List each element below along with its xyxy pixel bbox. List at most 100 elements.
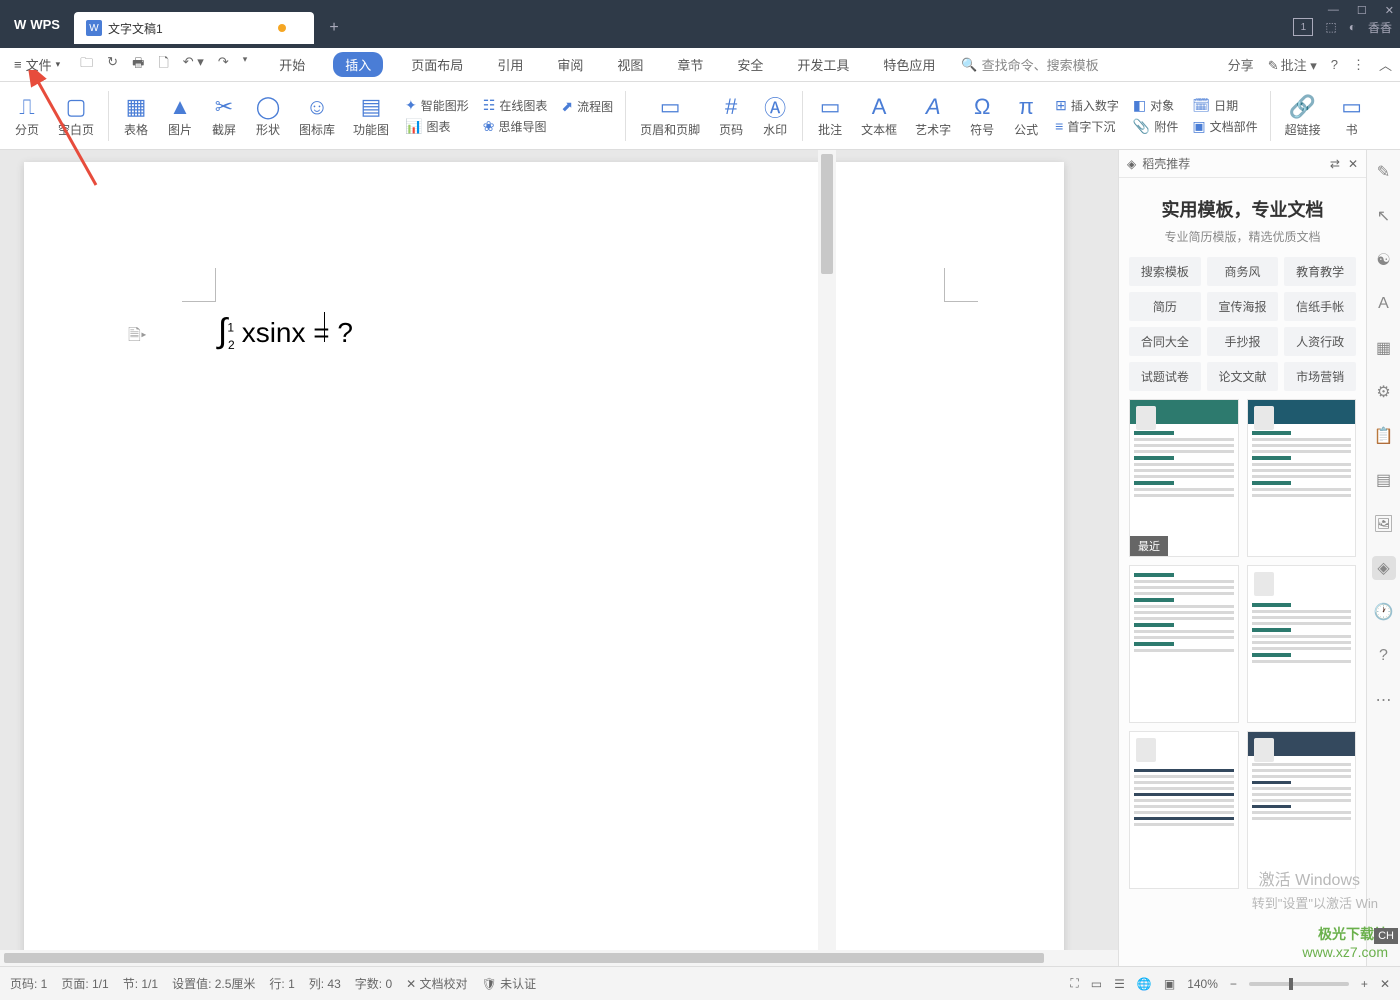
redo-icon[interactable]: ↷: [218, 54, 229, 76]
ribbon-formula[interactable]: π公式: [1005, 91, 1047, 140]
tab-reference[interactable]: 引用: [491, 52, 529, 77]
share-button[interactable]: 分享: [1228, 55, 1254, 74]
wps-home-tab[interactable]: W WPS: [0, 0, 74, 48]
sb-line[interactable]: 行: 1: [269, 975, 294, 992]
zoom-in-button[interactable]: +: [1361, 977, 1368, 991]
zoom-slider[interactable]: [1249, 982, 1349, 986]
sb-setting[interactable]: 设置值: 2.5厘米: [172, 975, 255, 992]
ribbon-attachment[interactable]: 📎附件: [1133, 118, 1178, 135]
ribbon-wordart[interactable]: A艺术字: [907, 91, 959, 140]
view-outline-icon[interactable]: ☰: [1114, 977, 1125, 991]
vtool-filter-icon[interactable]: ⚙: [1372, 380, 1396, 404]
help-icon[interactable]: ?: [1331, 57, 1338, 72]
sb-section[interactable]: 节: 1/1: [123, 975, 158, 992]
minimize-button[interactable]: —: [1328, 4, 1339, 17]
ribbon-pagenumber[interactable]: #页码: [710, 91, 752, 140]
ribbon-mindmap[interactable]: ❀思维导图: [483, 118, 548, 135]
template-card[interactable]: [1247, 731, 1357, 889]
tab-security[interactable]: 安全: [731, 52, 769, 77]
ribbon-object[interactable]: ◧对象: [1133, 97, 1178, 114]
ribbon-iconlib[interactable]: ☺图标库: [291, 91, 343, 140]
cat-thesis[interactable]: 论文文献: [1207, 362, 1279, 391]
sb-auth[interactable]: 🛡 未认证: [482, 975, 537, 992]
ribbon-chart[interactable]: 📊图表: [405, 118, 469, 135]
ribbon-table[interactable]: ▦表格: [115, 91, 157, 140]
ribbon-textbox[interactable]: A文本框: [853, 91, 905, 140]
cat-hr[interactable]: 人资行政: [1284, 327, 1356, 356]
cat-handwrite[interactable]: 手抄报: [1207, 327, 1279, 356]
vtool-more-icon[interactable]: ⋯: [1372, 688, 1396, 712]
print2-icon[interactable]: 🗋: [158, 54, 168, 76]
ribbon-dropcap[interactable]: ≡首字下沉: [1055, 118, 1119, 135]
sb-pages[interactable]: 页面: 1/1: [61, 975, 108, 992]
view-web-icon[interactable]: 🌐: [1137, 977, 1152, 991]
undo-icon[interactable]: ↶ ▾: [183, 54, 204, 76]
vtool-history-icon[interactable]: 🕐: [1372, 600, 1396, 624]
ribbon-blankpage[interactable]: ▢空白页: [50, 91, 102, 140]
document-tab[interactable]: W 文字文稿1: [74, 12, 314, 44]
ribbon-screenshot[interactable]: ✂截屏: [203, 91, 245, 140]
vtool-edit-icon[interactable]: ✎: [1372, 160, 1396, 184]
template-card[interactable]: [1129, 565, 1239, 723]
sb-page[interactable]: 页码: 1: [10, 975, 47, 992]
skin-icon[interactable]: ⬚: [1325, 20, 1336, 34]
sp-tab-business[interactable]: 商务风: [1207, 257, 1279, 286]
template-card[interactable]: [1247, 565, 1357, 723]
ribbon-watermark[interactable]: Ⓐ水印: [754, 91, 796, 140]
tab-start[interactable]: 开始: [273, 52, 311, 77]
ribbon-headerfooter[interactable]: ▭页眉和页脚: [632, 91, 708, 140]
command-search[interactable]: 🔍 查找命令、搜索模板: [961, 55, 1098, 74]
cat-poster[interactable]: 宣传海报: [1207, 292, 1279, 321]
template-card[interactable]: [1129, 731, 1239, 889]
document-page[interactable]: 🗎▸ ∫12 xsinx = ?: [24, 162, 1064, 966]
file-menu-button[interactable]: ≡ 文件 ▾: [8, 55, 66, 74]
sidepanel-options-icon[interactable]: ⇄: [1330, 157, 1340, 171]
view-read-icon[interactable]: ▣: [1164, 977, 1175, 991]
cat-marketing[interactable]: 市场营销: [1284, 362, 1356, 391]
tab-review[interactable]: 审阅: [551, 52, 589, 77]
user-name[interactable]: 香香: [1368, 19, 1392, 36]
view-fullscreen-icon[interactable]: ⛶: [1070, 976, 1078, 991]
maximize-button[interactable]: ☐: [1357, 4, 1367, 17]
ribbon-insertnumber[interactable]: ⊞插入数字: [1055, 97, 1119, 114]
qat-chevron-icon[interactable]: ▾: [243, 54, 248, 76]
ribbon-docparts[interactable]: ▣文档部件: [1192, 118, 1257, 135]
ribbon-symbol[interactable]: Ω符号: [961, 91, 1003, 140]
add-tab-button[interactable]: +: [314, 12, 354, 44]
ribbon-picture[interactable]: ▲图片: [159, 91, 201, 140]
vtool-image-icon[interactable]: 🖼: [1372, 512, 1396, 536]
zoom-out-button[interactable]: −: [1230, 977, 1237, 991]
vtool-sync-icon[interactable]: ☯: [1372, 248, 1396, 272]
cat-resume[interactable]: 简历: [1129, 292, 1201, 321]
ribbon-pagebreak[interactable]: ⎍分页: [6, 91, 48, 140]
ribbon-hyperlink[interactable]: 🔗超链接: [1277, 91, 1329, 140]
close-button[interactable]: ✕: [1385, 4, 1394, 17]
zoom-fit-icon[interactable]: ✕: [1380, 977, 1390, 991]
collapse-ribbon-icon[interactable]: ︿: [1379, 55, 1392, 74]
view-print-icon[interactable]: ▭: [1091, 977, 1102, 991]
sb-col[interactable]: 列: 43: [309, 975, 341, 992]
horizontal-scrollbar[interactable]: [0, 950, 1118, 966]
ribbon-shapes[interactable]: ◯形状: [247, 91, 289, 140]
scrollbar-thumb[interactable]: [821, 154, 833, 274]
template-card[interactable]: [1247, 399, 1357, 557]
user-avatar-icon[interactable]: ◐: [1349, 20, 1356, 34]
print-icon[interactable]: 🖶: [132, 54, 144, 76]
scrollbar-thumb[interactable]: [4, 953, 1044, 963]
ribbon-funchart[interactable]: ▤功能图: [345, 91, 397, 140]
badge-count[interactable]: 1: [1293, 18, 1313, 36]
save-icon[interactable]: 🗀: [80, 54, 93, 76]
ribbon-comment[interactable]: ▭批注: [809, 91, 851, 140]
editor[interactable]: 🗎▸ ∫12 xsinx = ?: [0, 150, 1118, 966]
zoom-thumb[interactable]: [1289, 978, 1293, 990]
more-icon[interactable]: ⋮: [1352, 57, 1365, 73]
sb-chars[interactable]: 字数: 0: [355, 975, 392, 992]
document-formula[interactable]: ∫12 xsinx = ?: [218, 312, 353, 352]
tab-special[interactable]: 特色应用: [877, 52, 941, 77]
tab-insert[interactable]: 插入: [333, 52, 383, 77]
ribbon-bookmark[interactable]: ▭书: [1331, 91, 1373, 140]
tab-view[interactable]: 视图: [611, 52, 649, 77]
cat-letter[interactable]: 信纸手帐: [1284, 292, 1356, 321]
print-preview-icon[interactable]: ↻: [107, 54, 118, 76]
ribbon-date[interactable]: 🗓日期: [1192, 97, 1257, 114]
